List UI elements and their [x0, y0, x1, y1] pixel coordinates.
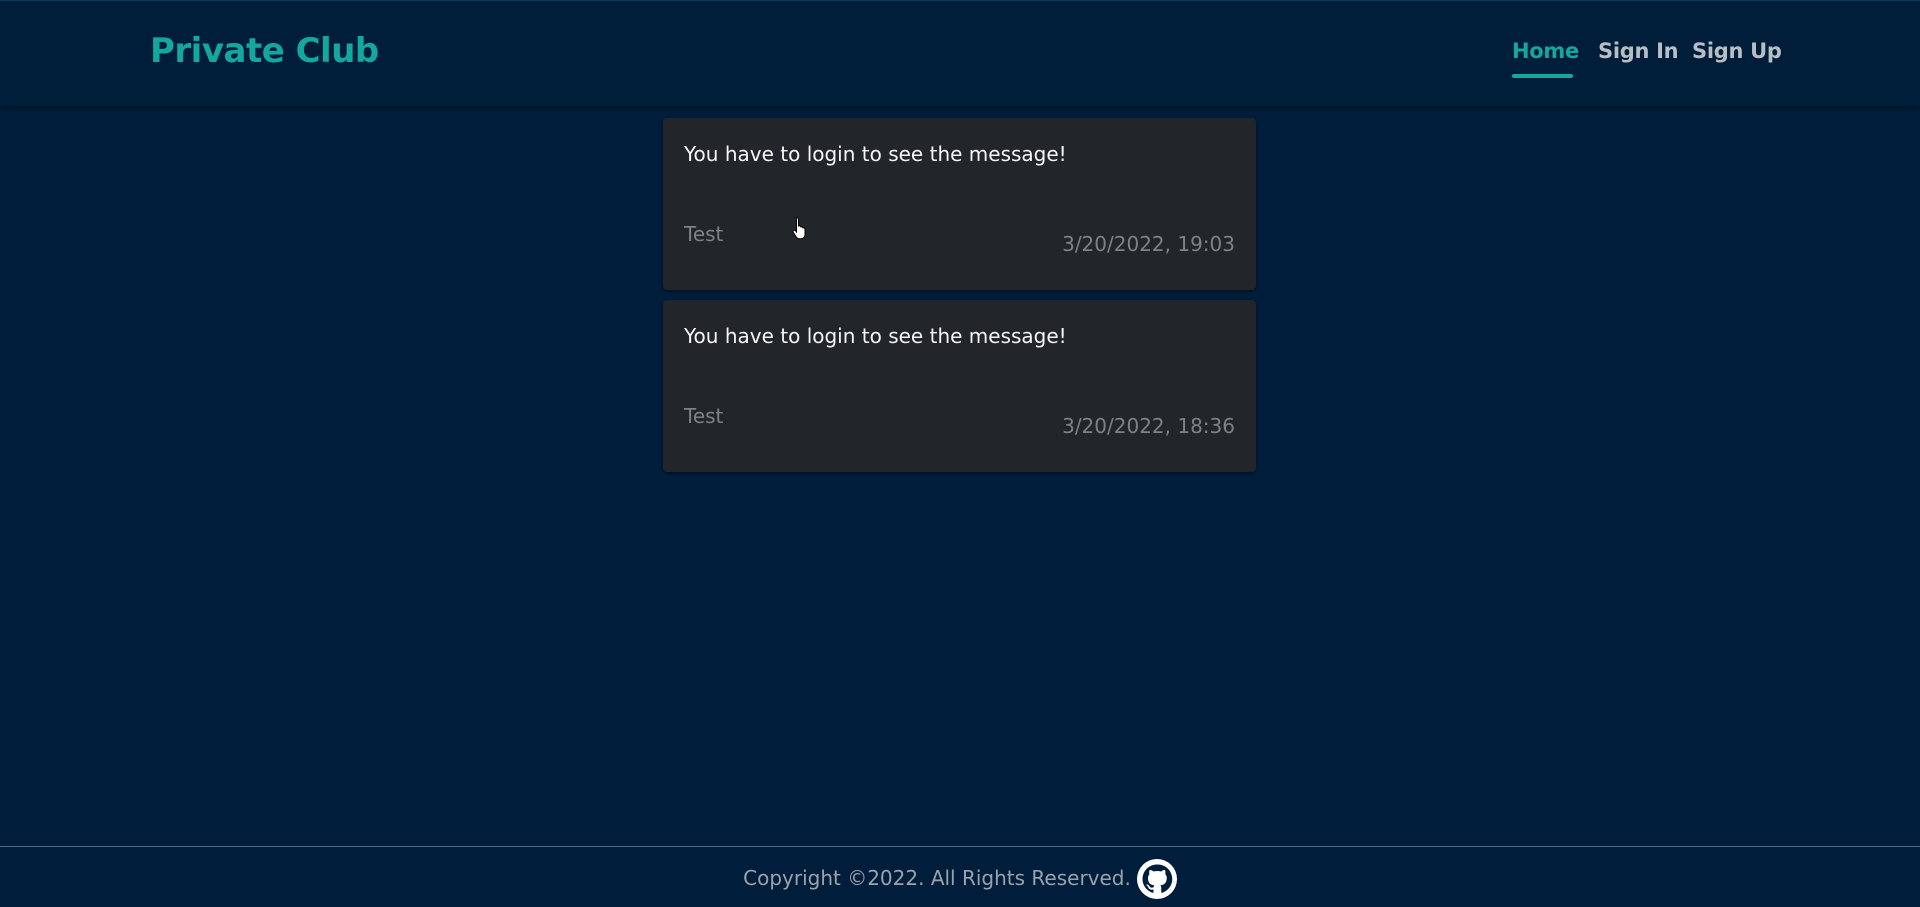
active-nav-indicator [1512, 74, 1573, 78]
message-author: Test [684, 222, 724, 246]
github-icon[interactable] [1136, 859, 1177, 899]
nav-home-link[interactable]: Home [1512, 39, 1579, 63]
footer: Copyright ©2022. All Rights Reserved. [0, 846, 1920, 907]
message-timestamp: 3/20/2022, 19:03 [1062, 232, 1235, 256]
message-text: You have to login to see the message! [684, 142, 1067, 166]
hand-cursor-icon [792, 217, 806, 240]
brand-logo[interactable]: Private Club [150, 31, 379, 71]
nav-sign-up-link[interactable]: Sign Up [1692, 39, 1782, 63]
nav-sign-in-link[interactable]: Sign In [1598, 39, 1679, 63]
message-card: You have to login to see the message! Te… [663, 300, 1256, 472]
message-author: Test [684, 404, 724, 428]
header: Private Club Home Sign In Sign Up [0, 0, 1920, 106]
copyright-text: Copyright ©2022. All Rights Reserved. [743, 866, 1131, 890]
message-text: You have to login to see the message! [684, 324, 1067, 348]
message-timestamp: 3/20/2022, 18:36 [1062, 414, 1235, 438]
message-card: You have to login to see the message! Te… [663, 118, 1256, 290]
